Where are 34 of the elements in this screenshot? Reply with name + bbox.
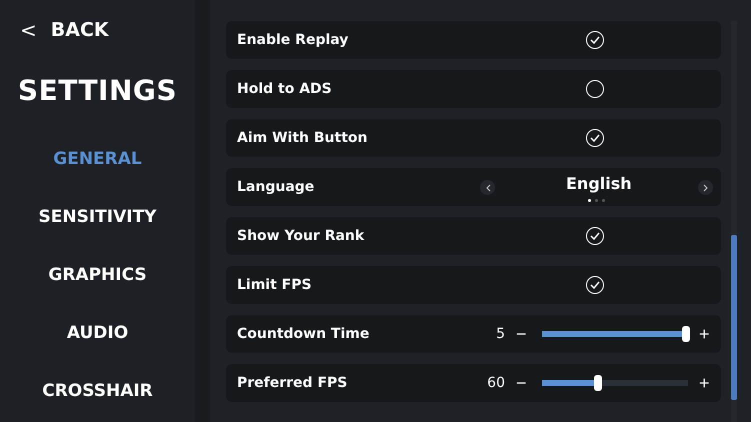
increase-button[interactable]: + [699,324,710,344]
nav-item[interactable]: GRAPHICS [48,263,147,287]
scrollbar[interactable] [731,21,737,422]
next-button[interactable] [698,180,713,195]
decrease-button[interactable]: − [516,372,527,394]
setting-label: Aim With Button [237,130,368,146]
setting-label: Preferred FPS [237,375,348,391]
nav-item[interactable]: GENERAL [53,147,142,171]
check-circle-icon[interactable] [586,227,604,245]
setting-label: Show Your Rank [237,228,366,244]
setting-label: Enable Replay [237,32,350,48]
page-title: SETTINGS [18,74,178,107]
setting-label: Countdown Time [237,326,370,342]
nav-item[interactable]: AUDIO [66,321,128,345]
empty-circle-icon[interactable] [586,80,604,98]
setting-label: Language [237,179,316,195]
check-circle-icon[interactable] [586,31,604,49]
setting-label: Limit FPS [237,277,313,293]
increase-button[interactable]: + [699,372,710,394]
chevron-left-icon [484,184,490,192]
back-button[interactable]: < BACK [20,18,109,42]
language-value: English [566,174,632,193]
slider-value: 60 [487,375,505,391]
slider-handle[interactable] [682,326,690,342]
slider-value: 5 [496,326,505,342]
setting-label: Hold to ADS [237,81,333,97]
nav-item[interactable]: SENSITIVITY [38,205,156,229]
chevron-right-icon [702,184,708,192]
nav-item[interactable]: CROSSHAIR [42,379,153,403]
previous-button[interactable] [480,180,495,195]
decrease-button[interactable]: − [516,324,527,344]
slider-handle[interactable] [594,375,602,391]
check-circle-icon[interactable] [586,276,604,294]
check-circle-icon[interactable] [586,129,604,147]
